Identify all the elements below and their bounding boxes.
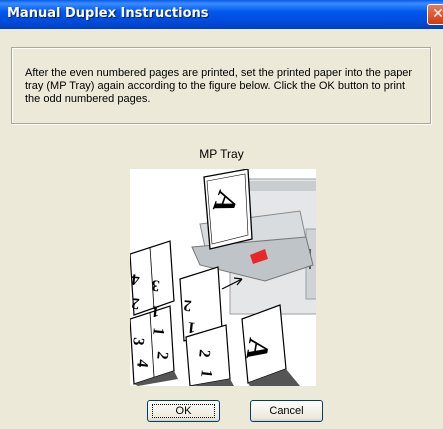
manual-duplex-figure: 4 3 2 1 2 1 3 1 4 2 A 2 1 A <box>130 169 316 386</box>
window-title: Manual Duplex Instructions <box>7 6 209 21</box>
title-bar[interactable]: Manual Duplex Instructions ✕ <box>0 0 443 29</box>
figure-caption: MP Tray <box>199 147 244 161</box>
duplex-illustration: 4 3 2 1 2 1 3 1 4 2 A 2 1 A <box>130 169 316 386</box>
cancel-button-label: Cancel <box>269 405 304 417</box>
close-button[interactable]: ✕ <box>427 4 443 25</box>
instructions-text: After the even numbered pages are printe… <box>25 67 413 105</box>
close-icon: ✕ <box>432 6 443 22</box>
focus-rect <box>152 404 215 418</box>
dialog-window: Manual Duplex Instructions ✕ After the e… <box>0 0 443 429</box>
ok-button[interactable]: OK <box>147 400 220 422</box>
page-label: 2 <box>131 294 141 312</box>
page-label: 3 <box>130 337 147 347</box>
page-label: A <box>239 336 275 363</box>
cancel-button[interactable]: Cancel <box>250 400 323 422</box>
